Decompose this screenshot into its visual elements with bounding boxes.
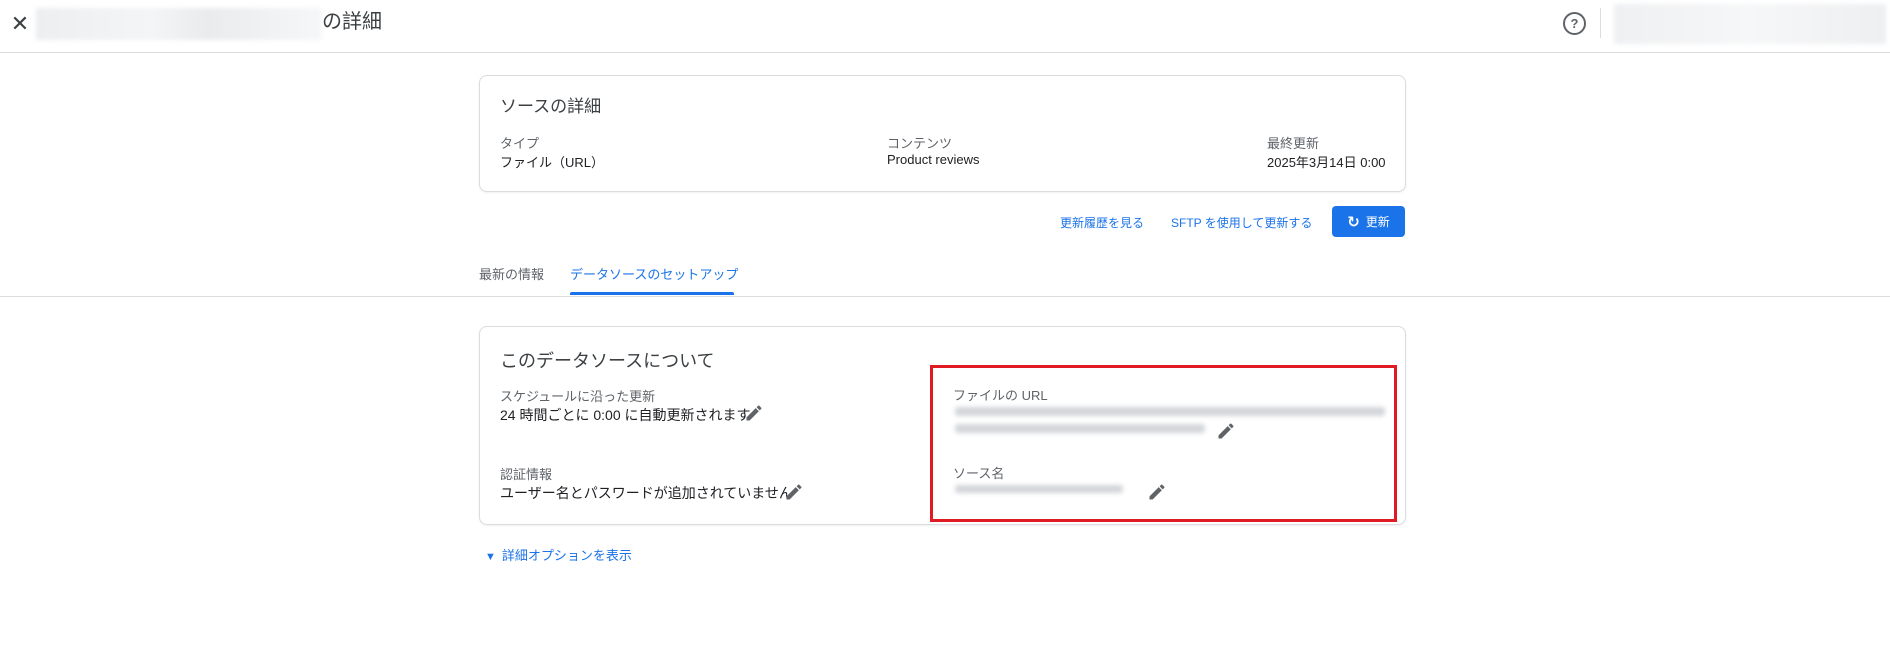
chevron-down-icon: ▼ — [485, 551, 496, 563]
tabs-divider — [0, 296, 1890, 297]
card-title: このデータソースについて — [500, 351, 715, 371]
last-updated-value: 2025年3月14日 0:00 — [1267, 155, 1386, 170]
refresh-button[interactable]: ↻ 更新 — [1332, 206, 1405, 237]
type-value: ファイル（URL） — [500, 155, 605, 170]
highlight-box — [930, 365, 1397, 522]
redacted-source-name — [36, 8, 322, 40]
page-title: の詳細 — [322, 11, 382, 33]
schedule-value: 24 時間ごとに 0:00 に自動更新されます — [500, 407, 751, 423]
refresh-button-label: 更新 — [1365, 215, 1390, 229]
edit-schedule-pencil-icon[interactable] — [744, 403, 764, 423]
close-icon[interactable]: ✕ — [6, 10, 34, 38]
edit-credentials-pencil-icon[interactable] — [784, 482, 804, 502]
tab-data-source-setup[interactable]: データソースのセットアップ — [570, 264, 738, 283]
content-label: コンテンツ — [887, 136, 953, 151]
refresh-icon: ↻ — [1347, 213, 1360, 231]
card-title: ソースの詳細 — [500, 97, 602, 116]
show-advanced-options[interactable]: ▼ 詳細オプションを表示 — [485, 545, 632, 564]
show-advanced-options-label: 詳細オプションを表示 — [501, 548, 632, 563]
credentials-label: 認証情報 — [500, 467, 553, 482]
help-icon[interactable]: ? — [1563, 12, 1586, 35]
last-updated-label: 最終更新 — [1267, 136, 1320, 151]
redacted-account[interactable] — [1614, 4, 1886, 44]
schedule-label: スケジュールに沿った更新 — [500, 389, 656, 404]
content-value: Product reviews — [887, 152, 980, 167]
active-tab-indicator — [570, 292, 734, 295]
credentials-value: ユーザー名とパスワードが追加されていません — [500, 485, 793, 501]
top-app-bar: ✕ の詳細 ? — [0, 0, 1890, 53]
tab-latest-info[interactable]: 最新の情報 — [479, 264, 544, 283]
divider — [1600, 8, 1601, 38]
sftp-update-link[interactable]: SFTP を使用して更新する — [1171, 214, 1312, 231]
source-details-card: ソースの詳細 タイプ ファイル（URL） コンテンツ Product revie… — [479, 75, 1406, 192]
update-history-link[interactable]: 更新履歴を見る — [1060, 214, 1144, 231]
type-label: タイプ — [500, 136, 540, 151]
